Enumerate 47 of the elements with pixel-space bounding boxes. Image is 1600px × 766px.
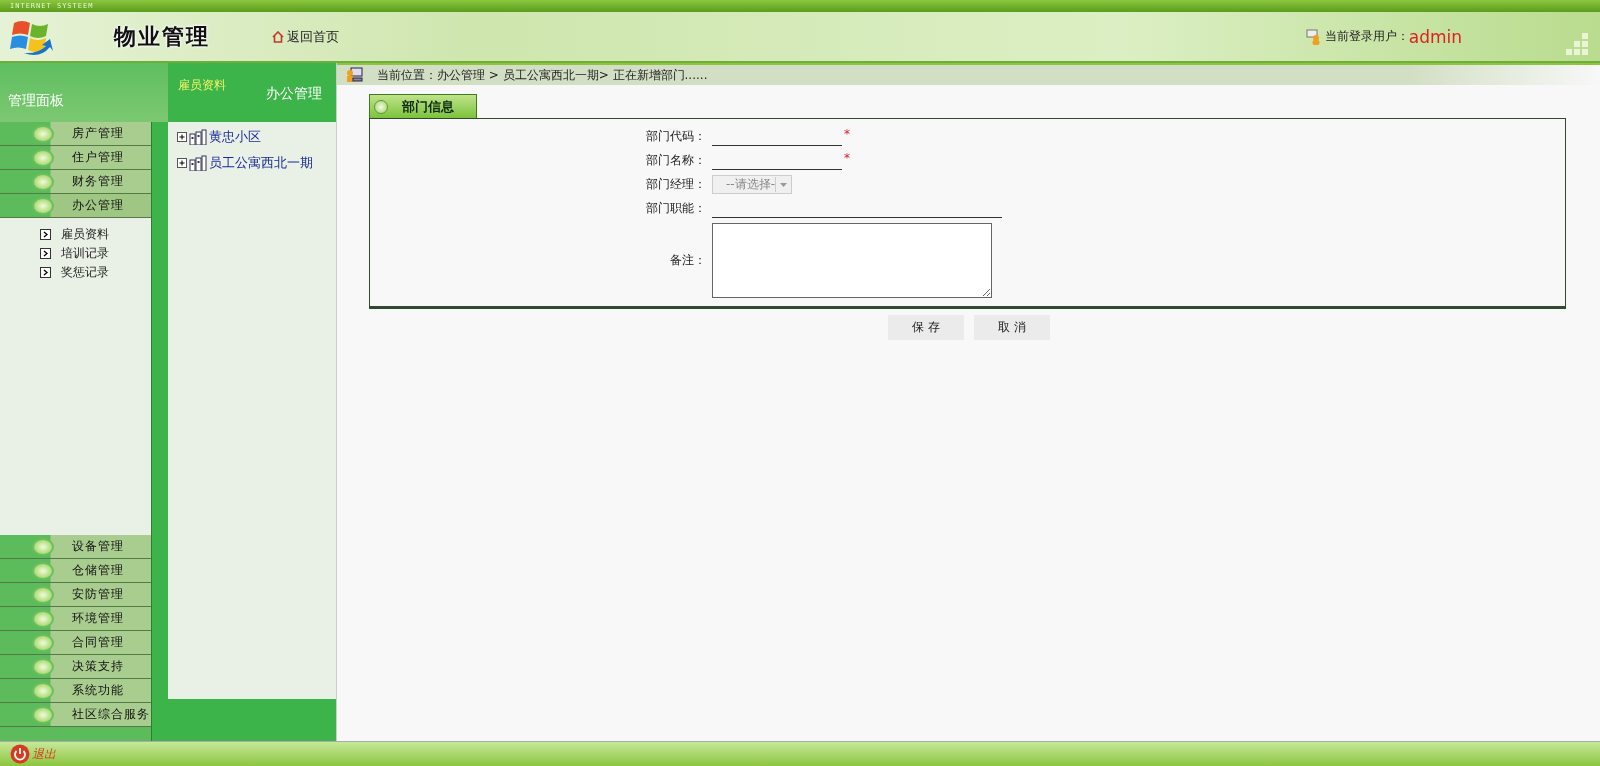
field-label: 部门名称：: [645, 152, 707, 169]
arrow-box-icon: [40, 267, 51, 278]
breadcrumb: 当前位置：办公管理 > 员工公寓西北一期> 正在新增部门......: [377, 66, 708, 84]
expander-icon[interactable]: [177, 131, 188, 143]
required-mark: *: [844, 127, 850, 141]
field-label: 部门职能：: [645, 200, 707, 217]
home-icon: [272, 30, 284, 43]
buildings-icon: [189, 155, 207, 171]
buildings-icon: [189, 129, 207, 145]
menu-item[interactable]: 系统功能: [0, 679, 151, 703]
user-name: admin: [1408, 26, 1462, 47]
tree-node[interactable]: 员工公寓西北一期: [209, 154, 313, 172]
submenu-link[interactable]: 雇员资料: [61, 226, 109, 243]
menu-item[interactable]: 决策支持: [0, 655, 151, 679]
submenu-link[interactable]: 奖惩记录: [61, 264, 109, 281]
field-label: 部门经理：: [645, 176, 707, 193]
menu-item[interactable]: 环境管理: [0, 607, 151, 631]
submenu-link[interactable]: 培训记录: [61, 245, 109, 262]
power-icon: [10, 744, 30, 764]
menu-item[interactable]: 安防管理: [0, 583, 151, 607]
expander-icon[interactable]: [177, 157, 188, 169]
arrow-box-icon: [40, 248, 51, 259]
arrow-box-icon: [40, 229, 51, 240]
home-link[interactable]: 返回首页: [272, 27, 339, 46]
menu-item[interactable]: 房产管理: [0, 122, 151, 146]
menu-item[interactable]: 住户管理: [0, 146, 151, 170]
textarea-field[interactable]: [712, 223, 992, 298]
form-tab[interactable]: 部门信息: [369, 94, 477, 118]
required-mark: *: [844, 151, 850, 165]
user-icon: [1305, 28, 1322, 45]
user-computer-icon: [345, 67, 363, 83]
form-button[interactable]: 保 存: [888, 315, 964, 340]
sidebar-title: 管理面板: [8, 92, 64, 110]
app-title: 物业管理: [114, 21, 210, 51]
menu-item[interactable]: 财务管理: [0, 170, 151, 194]
menu-item[interactable]: 设备管理: [0, 535, 151, 559]
menu-item[interactable]: 社区综合服务: [0, 703, 151, 727]
user-label: 当前登录用户：: [1324, 28, 1409, 45]
field-label: 备注：: [669, 252, 707, 269]
tree-node[interactable]: 黄忠小区: [209, 128, 261, 146]
menu-item[interactable]: 仓储管理: [0, 559, 151, 583]
field-label: 部门代码：: [645, 128, 707, 145]
menu-item[interactable]: 合同管理: [0, 631, 151, 655]
tree-title: 办公管理: [266, 85, 322, 103]
caret-icon: [780, 182, 787, 187]
form-button[interactable]: 取 消: [974, 315, 1050, 340]
menu-item[interactable]: 办公管理: [0, 194, 151, 218]
